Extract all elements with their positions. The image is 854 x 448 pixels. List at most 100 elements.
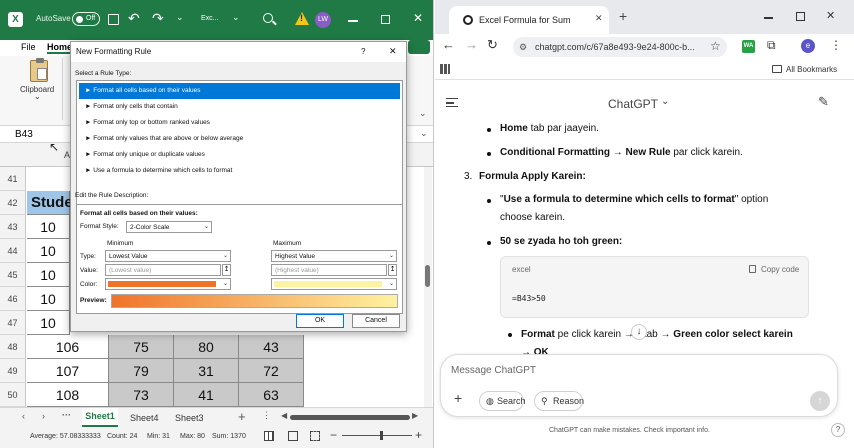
tab-close-icon[interactable]: ✕ xyxy=(595,13,603,24)
send-button[interactable]: ↑ xyxy=(810,391,830,411)
table-cell[interactable]: 10 xyxy=(27,263,70,287)
format-style-select[interactable]: 2-Color Scale ⌄ xyxy=(126,221,212,233)
help-icon[interactable]: ? xyxy=(361,47,365,56)
table-cell[interactable]: 63 xyxy=(239,383,304,407)
row-header[interactable]: 47 xyxy=(0,311,26,335)
save-icon[interactable] xyxy=(108,14,119,25)
sheet-tab-sheet4[interactable]: Sheet4 xyxy=(130,413,159,423)
tab-file[interactable]: File xyxy=(21,42,36,52)
all-bookmarks-label[interactable]: All Bookmarks xyxy=(786,65,837,74)
minimum-color-picker[interactable]: ⌄ xyxy=(105,278,231,290)
sheet-prev-icon[interactable]: ‹ xyxy=(22,411,25,421)
scroll-to-bottom-icon[interactable]: ↓ xyxy=(631,324,647,340)
app-title[interactable]: ChatGPT xyxy=(608,97,658,111)
undo-icon[interactable]: ↶ xyxy=(128,10,140,27)
row-header[interactable]: 49 xyxy=(0,359,26,383)
extension-wa-icon[interactable]: WA xyxy=(742,40,755,53)
address-bar[interactable]: ⚙ chatgpt.com/c/67a8e493-9e24-800c-b... xyxy=(513,37,727,57)
table-cell[interactable]: 79 xyxy=(109,359,174,383)
minimize-icon[interactable] xyxy=(764,17,773,19)
table-cell[interactable]: 41 xyxy=(174,383,239,407)
table-cell[interactable]: 10 xyxy=(27,239,70,263)
new-tab-icon[interactable]: + xyxy=(619,8,627,24)
ok-button[interactable]: OK xyxy=(296,314,344,328)
table-cell[interactable]: 31 xyxy=(174,359,239,383)
list-item[interactable]: ► Format only unique or duplicate values xyxy=(79,147,400,163)
ribbon-collapse-icon[interactable]: ⌄ xyxy=(419,108,427,119)
table-cell[interactable]: 72 xyxy=(239,359,304,383)
sheet-options-icon[interactable]: ⋮ xyxy=(262,410,271,421)
table-cell[interactable]: 108 xyxy=(27,383,109,407)
customize-toolbar-icon[interactable]: ⌄ xyxy=(176,12,184,23)
reload-icon[interactable]: ↻ xyxy=(487,37,498,53)
reason-button[interactable]: ⚲ Reason xyxy=(534,391,584,411)
message-input[interactable]: Message ChatGPT xyxy=(451,365,536,376)
page-layout-icon[interactable] xyxy=(288,431,298,441)
bookmark-star-icon[interactable]: ☆ xyxy=(710,39,721,53)
close-icon[interactable]: ✕ xyxy=(826,9,835,22)
list-item[interactable]: ► Format only values that are above or b… xyxy=(79,131,400,147)
sheet-more-icon[interactable]: ··· xyxy=(62,410,71,420)
zoom-out-icon[interactable]: − xyxy=(330,428,337,442)
cancel-button[interactable]: Cancel xyxy=(352,314,400,328)
row-header[interactable]: 41 xyxy=(0,167,26,191)
row-header[interactable]: 46 xyxy=(0,287,26,311)
list-item[interactable]: ► Format only top or bottom ranked value… xyxy=(79,115,400,131)
row-header[interactable]: 44 xyxy=(0,239,26,263)
search-button[interactable]: ◍ Search xyxy=(479,391,526,411)
apps-grid-icon[interactable] xyxy=(440,64,450,74)
add-sheet-icon[interactable]: + xyxy=(238,409,246,424)
maximum-color-picker[interactable]: ⌄ xyxy=(271,278,397,290)
table-cell[interactable]: 10 xyxy=(27,287,70,311)
filename-chevron-down-icon[interactable]: ⌄ xyxy=(232,12,240,23)
maximum-value-input[interactable]: (Highest value) xyxy=(271,264,387,276)
zoom-in-icon[interactable]: + xyxy=(415,428,422,442)
row-header[interactable]: 48 xyxy=(0,335,26,359)
sheet-tab-sheet3[interactable]: Sheet3 xyxy=(175,413,204,423)
table-cell[interactable]: 106 xyxy=(27,335,109,359)
paste-icon[interactable] xyxy=(30,58,48,82)
avatar[interactable]: LW xyxy=(315,12,331,28)
copy-icon[interactable] xyxy=(749,265,756,273)
minimum-value-input[interactable]: (Lowest value) xyxy=(105,264,221,276)
table-cell[interactable]: 10 xyxy=(27,311,70,335)
list-item[interactable]: ► Format only cells that contain xyxy=(79,99,400,115)
row-header[interactable]: 45 xyxy=(0,263,26,287)
table-cell[interactable]: 10 xyxy=(27,215,70,239)
maximize-icon[interactable] xyxy=(381,15,390,24)
name-box[interactable]: B43 xyxy=(15,129,33,140)
sheet-next-icon[interactable]: › xyxy=(42,411,45,421)
row-header[interactable]: 43 xyxy=(0,215,26,239)
normal-view-icon[interactable] xyxy=(264,431,274,441)
row-header[interactable]: 50 xyxy=(0,383,26,407)
tab-home[interactable]: Home xyxy=(47,42,73,54)
clipboard-chevron-down-icon[interactable]: ⌄ xyxy=(34,92,41,101)
formula-bar-expand-icon[interactable]: ⌄ xyxy=(420,128,428,139)
attach-plus-icon[interactable]: + xyxy=(454,390,462,406)
autosave-toggle[interactable]: Off xyxy=(72,12,100,26)
new-chat-icon[interactable]: ✎ xyxy=(818,94,829,110)
table-cell[interactable]: 73 xyxy=(109,383,174,407)
message-composer[interactable]: Message ChatGPT + ◍ Search ⚲ Reason ↑ xyxy=(440,354,838,417)
share-button[interactable] xyxy=(408,40,430,54)
tab-excel-formula-for-sum[interactable]: Excel Formula for Sum ✕ xyxy=(449,6,609,34)
excel-app-icon[interactable]: X xyxy=(8,12,23,27)
minimum-type-select[interactable]: Lowest Value ⌄ xyxy=(105,250,231,262)
profile-avatar[interactable]: e xyxy=(801,39,815,53)
vertical-scrollbar[interactable] xyxy=(424,167,432,407)
maximize-icon[interactable] xyxy=(796,12,805,21)
page-break-icon[interactable] xyxy=(310,431,320,441)
vertical-scrollbar-thumb[interactable] xyxy=(425,265,430,287)
browser-menu-icon[interactable]: ⋮ xyxy=(830,38,842,52)
table-cell[interactable]: 43 xyxy=(239,335,304,359)
site-info-icon[interactable]: ⚙ xyxy=(519,37,527,57)
table-cell[interactable]: 80 xyxy=(174,335,239,359)
sheet-tab-sheet1[interactable]: Sheet1 xyxy=(82,408,118,427)
copy-code-button[interactable]: Copy code xyxy=(761,265,799,274)
back-icon[interactable]: ← xyxy=(442,37,455,52)
row-header[interactable]: 42 xyxy=(0,191,26,215)
close-icon[interactable]: ✕ xyxy=(413,11,423,25)
model-chevron-down-icon[interactable]: ⌄ xyxy=(661,96,669,107)
extensions-puzzle-icon[interactable]: ⧉ xyxy=(767,38,776,53)
zoom-slider-thumb[interactable] xyxy=(380,431,383,440)
